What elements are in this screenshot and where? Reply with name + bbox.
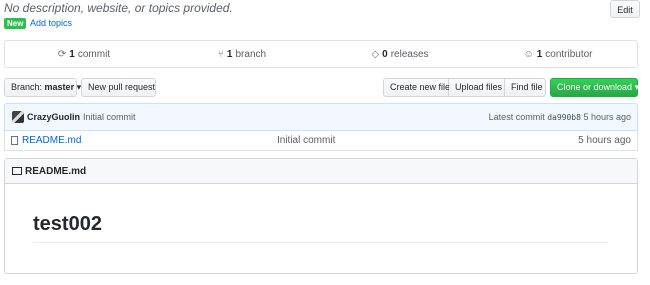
readme-header: README.md	[5, 159, 637, 184]
contributors-count: 1	[536, 48, 543, 60]
releases-count: 0	[382, 48, 388, 60]
create-new-file-button[interactable]: Create new file	[383, 78, 450, 97]
caret-down-icon: ▾	[634, 82, 640, 92]
readme-filename: README.md	[25, 165, 87, 177]
upload-files-button[interactable]: Upload files	[449, 78, 505, 97]
new-badge: New	[4, 18, 27, 29]
latest-commit-bar: CrazyGuolin Initial commit Latest commit…	[4, 103, 638, 131]
repo-description: No description, website, or topics provi…	[4, 1, 233, 15]
branches-summary[interactable]: ⑂ 1 branch	[163, 49, 321, 60]
avatar[interactable]	[12, 111, 24, 123]
tag-icon: ◇	[371, 48, 380, 60]
releases-summary[interactable]: ◇ 0 releases	[321, 49, 479, 60]
history-icon: ⟳	[57, 48, 67, 60]
people-icon: ☺	[523, 48, 534, 60]
table-row: README.md Initial commit 5 hours ago	[4, 131, 638, 151]
releases-label: releases	[390, 48, 429, 60]
new-pull-request-button[interactable]: New pull request	[81, 78, 156, 97]
clone-download-button[interactable]: Clone or download ▾	[550, 78, 640, 97]
commit-age: 5 hours ago	[583, 112, 631, 122]
commit-sha[interactable]: da990b8	[547, 113, 581, 122]
file-icon	[11, 136, 18, 145]
branches-count: 1	[226, 48, 233, 60]
add-topics-link[interactable]: Add topics	[30, 18, 72, 29]
branch-icon: ⑂	[217, 48, 224, 60]
find-file-button[interactable]: Find file	[505, 78, 546, 97]
commits-label: commit	[77, 48, 111, 60]
clone-label: Clone or download	[557, 82, 633, 92]
commits-summary[interactable]: ⟳ 1 commit	[5, 49, 163, 60]
repo-summary: ⟳ 1 commit ⑂ 1 branch ◇ 0 releases ☺ 1 c…	[4, 40, 638, 68]
file-age: 5 hours ago	[578, 135, 631, 146]
contributors-label: contributor	[545, 48, 593, 60]
book-icon	[12, 167, 22, 175]
contributors-summary[interactable]: ☺ 1 contributor	[479, 49, 637, 60]
branches-label: branch	[235, 48, 267, 60]
branch-prefix: Branch:	[11, 82, 43, 92]
latest-commit-info: Latest commit da990b8 5 hours ago	[489, 112, 631, 122]
edit-button[interactable]: Edit	[610, 0, 640, 18]
readme-heading: test002	[33, 213, 608, 243]
commit-message[interactable]: Initial commit	[83, 112, 136, 122]
file-commit-message[interactable]: Initial commit	[277, 135, 335, 146]
commit-author[interactable]: CrazyGuolin	[27, 112, 80, 122]
file-name-link[interactable]: README.md	[22, 135, 277, 146]
commits-count: 1	[69, 48, 75, 60]
latest-commit-label: Latest commit	[488, 112, 545, 122]
branch-select-button[interactable]: Branch: master ▾	[4, 78, 81, 97]
readme-panel: README.md test002	[4, 158, 638, 274]
branch-name: master	[44, 82, 75, 92]
